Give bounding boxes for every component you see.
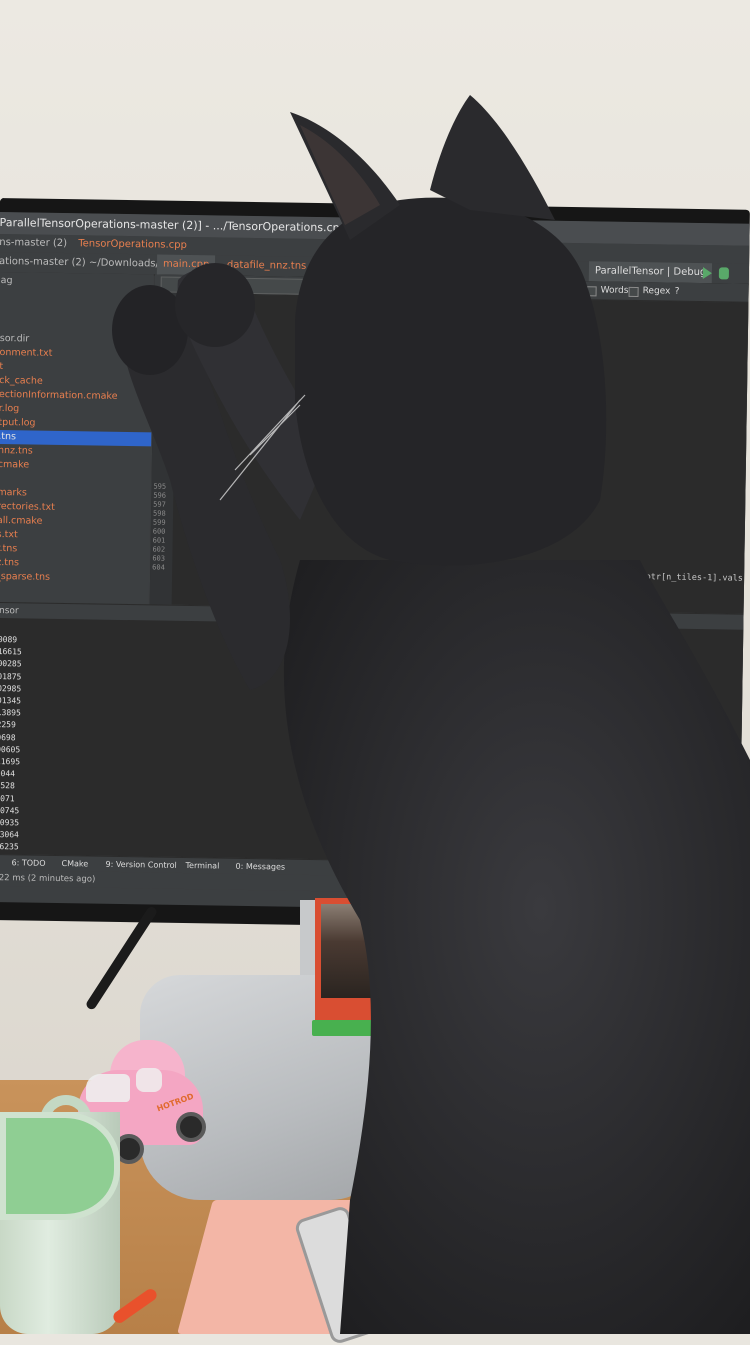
cat (112, 95, 750, 1334)
cat-body (283, 560, 750, 1334)
cat-right-paw (175, 263, 255, 347)
cat-head (295, 197, 607, 566)
